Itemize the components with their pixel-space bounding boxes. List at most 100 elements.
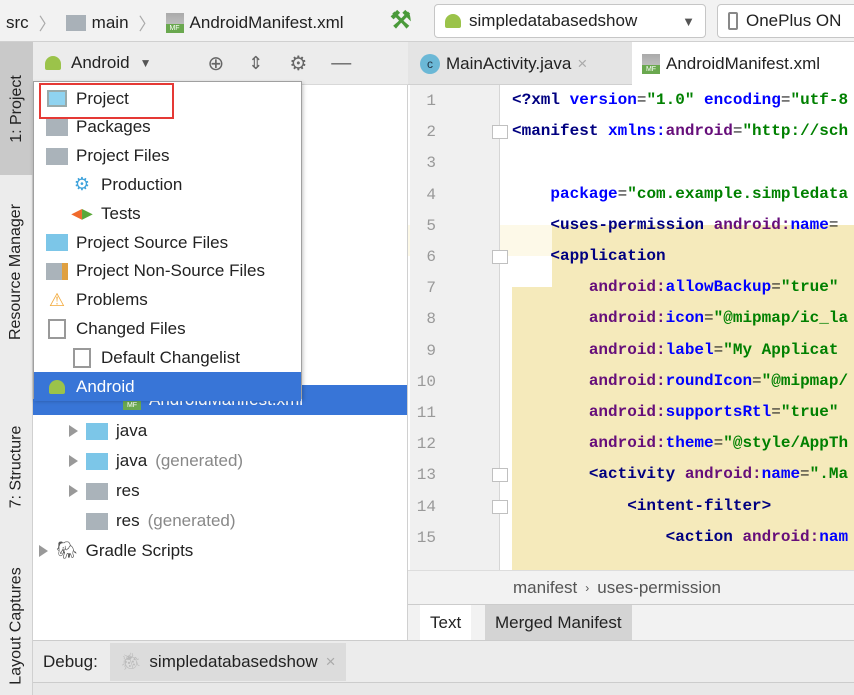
view-menu-item[interactable]: Default Changelist — [34, 343, 301, 372]
tab-text[interactable]: Text — [420, 605, 472, 640]
hammer-build-icon[interactable]: ⚒ — [390, 6, 412, 35]
tests-icon: ◀▶ — [71, 205, 93, 222]
view-menu-item[interactable]: ◀▶ Tests — [34, 199, 301, 228]
code-line[interactable]: <?xml version="1.0" encoding="utf-8 — [512, 85, 848, 116]
debug-session-tab[interactable]: 🐞︎ simpledatabasedshow × — [109, 642, 346, 681]
folder-icon — [86, 452, 108, 470]
tree-item[interactable]: res — [69, 476, 140, 506]
tree-item[interactable]: java (generated) — [69, 446, 243, 476]
editor: c MainActivity.java × AndroidManifest.xm… — [408, 42, 854, 640]
code-token: allowBackup — [665, 278, 772, 297]
view-menu-item[interactable]: Project Files — [34, 142, 301, 171]
tab-project[interactable]: 1: Project — [0, 42, 33, 175]
code-line[interactable]: <manifest xmlns:android="http://sch — [512, 116, 848, 147]
code-token: package — [550, 184, 618, 203]
code-token: nam — [819, 527, 849, 546]
debug-toolbar — [33, 682, 854, 695]
menu-item-label: Changed Files — [76, 318, 186, 338]
code-line[interactable]: android:theme="@style/AppTh — [512, 428, 848, 459]
code-token: <intent-filter> — [627, 496, 772, 515]
view-menu-item[interactable]: Android — [34, 372, 301, 401]
close-icon[interactable]: × — [326, 652, 336, 672]
code-line[interactable]: <uses-permission android:name= — [512, 210, 838, 241]
code-token: <uses-permission — [550, 215, 714, 234]
view-menu-item[interactable]: Project Source Files — [34, 228, 301, 257]
path-manifest[interactable]: manifest — [513, 578, 577, 598]
code-line[interactable]: package="com.example.simpledata — [512, 179, 848, 210]
code-line[interactable]: <application — [512, 241, 665, 272]
fold-marker-icon[interactable] — [492, 125, 508, 140]
fold-marker-icon[interactable] — [492, 250, 508, 264]
class-icon: c — [420, 53, 440, 74]
code-line[interactable]: android:label="My Applicat — [512, 335, 839, 366]
code-token: android: — [588, 309, 666, 328]
line-number: 10 — [416, 372, 436, 391]
folder-icon — [86, 512, 108, 530]
run-config-select[interactable]: simpledatabasedshow ▼ — [434, 4, 706, 38]
code-line[interactable]: android:supportsRtl="true" — [512, 397, 839, 428]
tree-item[interactable]: res (generated) — [69, 506, 236, 536]
fold-marker-icon[interactable] — [492, 499, 508, 514]
code-token: "My Applicat — [723, 340, 839, 359]
view-menu-item[interactable]: ⚙ Production — [34, 170, 301, 199]
code-token: = — [800, 465, 810, 484]
code-line[interactable]: <action android:nam — [512, 522, 848, 553]
view-menu-item[interactable]: Project Non-Source Files — [34, 257, 301, 286]
tab-merged-manifest[interactable]: Merged Manifest — [485, 605, 632, 640]
code-token: = — [828, 215, 839, 234]
tab-layout-captures[interactable]: Layout Captures — [0, 557, 33, 695]
crumb-main[interactable]: main — [92, 13, 129, 33]
fold-marker-icon[interactable] — [492, 468, 508, 483]
code-token: <?xml — [512, 91, 570, 109]
view-selector[interactable]: Android — [71, 53, 130, 73]
expand-arrow-icon[interactable] — [39, 545, 48, 557]
view-menu-item[interactable]: ⚠ Problems — [34, 286, 301, 315]
code-line[interactable]: <activity android:name=".Ma — [512, 459, 848, 490]
expand-arrow-icon[interactable] — [69, 485, 78, 497]
expand-arrow-icon[interactable] — [69, 455, 78, 467]
line-number: 5 — [426, 216, 436, 235]
chevron-down-icon[interactable]: ▼ — [140, 56, 152, 70]
locate-icon[interactable]: ⊕ — [208, 51, 225, 76]
hide-icon[interactable]: — — [331, 52, 351, 75]
menu-item-label: Packages — [76, 117, 151, 137]
code-line[interactable]: android:icon="@mipmap/ic_la — [512, 303, 848, 334]
expand-arrow-icon[interactable] — [69, 425, 78, 437]
tree-item[interactable]: java — [69, 416, 147, 446]
warning-icon: ⚠ — [48, 289, 66, 310]
code-line[interactable]: android:roundIcon="@mipmap/ — [512, 366, 848, 397]
breadcrumb: src〉 main〉 AndroidManifest.xml — [6, 10, 344, 35]
collapse-all-icon[interactable]: ⇕ — [248, 53, 263, 74]
navigation-bar: src〉 main〉 AndroidManifest.xml ⚒ simpled… — [0, 0, 854, 42]
view-menu-item[interactable]: Changed Files — [34, 314, 301, 343]
code-token: version — [569, 91, 637, 109]
code-line[interactable]: android:allowBackup="true" — [512, 272, 839, 303]
crumb-src[interactable]: src — [6, 13, 29, 33]
code-token: = — [713, 434, 724, 453]
code-token: android: — [588, 371, 666, 390]
crumb-file[interactable]: AndroidManifest.xml — [190, 13, 344, 33]
gear-icon[interactable]: ⚙ — [289, 51, 307, 76]
editor-tabs: c MainActivity.java × AndroidManifest.xm… — [408, 42, 854, 85]
tab-structure[interactable]: 7: Structure — [0, 402, 33, 532]
tab-resource-manager[interactable]: Resource Manager — [0, 182, 33, 362]
code-token: = — [771, 403, 781, 421]
device-select[interactable]: OnePlus ON — [717, 4, 854, 38]
close-icon[interactable]: × — [577, 54, 587, 74]
code-token: label — [665, 340, 714, 359]
tree-item[interactable]: 🐘︎ Gradle Scripts — [39, 536, 193, 566]
path-uses-permission[interactable]: uses-permission — [597, 578, 721, 598]
code-token: "true" — [780, 278, 839, 297]
code-token: supportsRtl — [665, 403, 772, 421]
tree-item-label: java — [116, 421, 148, 440]
tab-androidmanifest[interactable]: AndroidManifest.xml — [632, 42, 854, 85]
code-token: roundIcon — [665, 371, 753, 390]
code-token: name — [761, 465, 801, 484]
folder-blue-icon — [46, 234, 68, 251]
code-line[interactable]: <intent-filter> — [512, 491, 771, 522]
tab-mainactivity[interactable]: c MainActivity.java × — [410, 42, 630, 85]
